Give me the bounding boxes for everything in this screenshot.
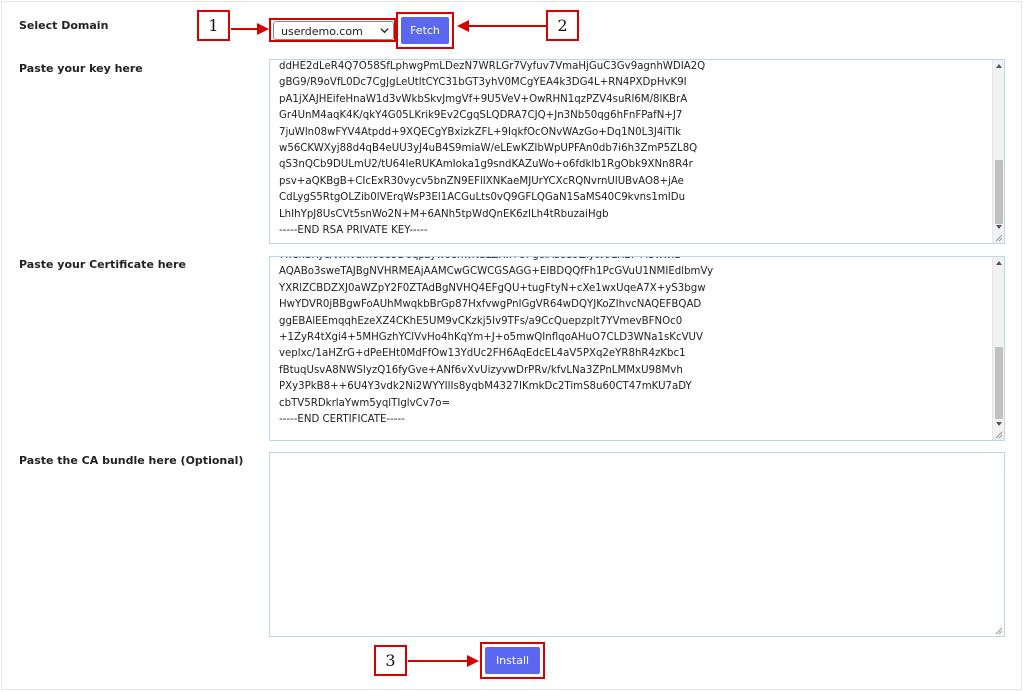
annotation-arrows — [231, 20, 546, 667]
arrow-1-head-icon — [257, 23, 269, 35]
arrow-2-head-icon — [457, 20, 469, 32]
arrow-3-head-icon — [467, 655, 479, 667]
